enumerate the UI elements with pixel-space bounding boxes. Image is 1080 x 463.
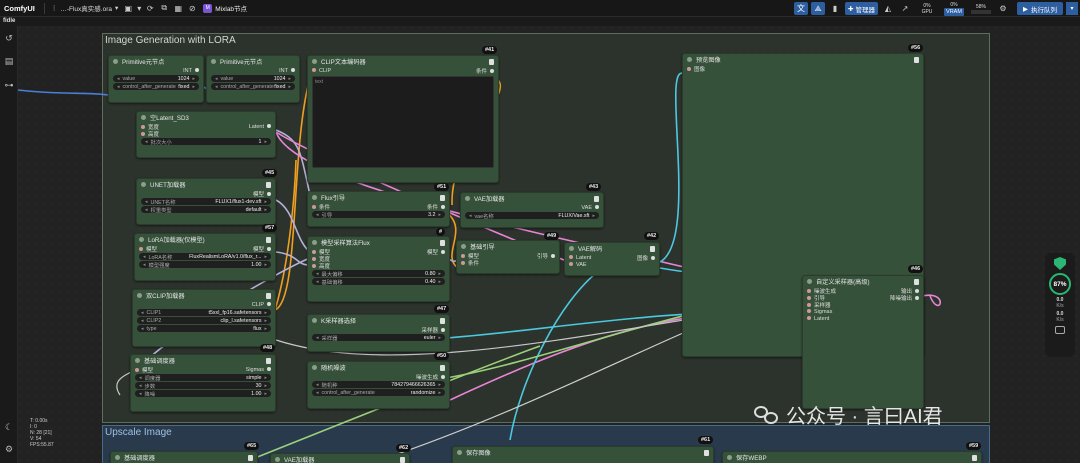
nodes-layer-top: #46 自定义采样器(高级) 噪波生成 输出 引导 降噪输出 采样器 Sigmas … — [0, 0, 1080, 463]
perf-stats: T: 0.00s I: 0 N: 28 [21] V: 54 FPS:55.87 — [30, 418, 54, 448]
left-sidebar: ↺ ▤ ⊶ ☾ ⚙ — [0, 26, 18, 463]
workflow-menu-icon: ⋮ — [50, 5, 58, 12]
image-icon[interactable]: ▦ — [171, 2, 185, 15]
node-badge: #46 — [908, 265, 924, 273]
settings-icon[interactable]: ⚙ — [996, 2, 1010, 15]
mixlab-label: Mixlab节点 — [215, 6, 248, 13]
collapse-dot[interactable] — [115, 455, 120, 460]
node-save-webp[interactable]: 保存WEBP — [722, 451, 982, 463]
watermark: 公众号 · 言曰AI君 — [754, 400, 943, 429]
node-menu-icon[interactable] — [914, 278, 919, 285]
cpu-meter: 0% GPU — [921, 2, 933, 15]
mixlab-logo-icon: M — [203, 3, 213, 13]
node-title: 保存图像 — [466, 450, 491, 457]
history-icon[interactable]: ↺ — [4, 33, 14, 43]
model-icon[interactable]: ◭ — [881, 2, 895, 15]
node-badge: #59 — [966, 442, 982, 450]
node-link-icon[interactable]: ⟁ — [811, 2, 826, 15]
workflow-name: …-Flux真实感.ora — [60, 6, 112, 13]
node-title: 基础调度器 — [124, 455, 155, 462]
watermark-text: 公众号 · 言曰AI君 — [786, 406, 943, 428]
app-logo: ComfyUI — [4, 3, 35, 13]
node-menu-icon[interactable] — [248, 454, 253, 461]
divider — [43, 2, 45, 14]
document-icon[interactable]: ▤ — [4, 56, 14, 66]
play-icon: ▶ — [1023, 5, 1028, 13]
collapse-dot[interactable] — [727, 455, 732, 460]
node-menu-icon[interactable] — [400, 456, 405, 463]
bookmark-icon[interactable]: ▮ — [828, 2, 842, 15]
puzzle-icon: ✚ — [848, 5, 854, 13]
chevron-down-icon[interactable]: ▾ — [1066, 2, 1078, 15]
translate-icon[interactable]: 文 — [794, 2, 809, 15]
gpu-meter: 0% VRAM — [944, 1, 964, 16]
collapse-dot[interactable] — [457, 450, 462, 455]
share-icon[interactable]: ↗ — [898, 2, 912, 15]
node-header[interactable]: 保存WEBP — [723, 452, 981, 463]
clear-icon[interactable]: ⊘ — [185, 2, 199, 15]
node-menu-icon[interactable] — [972, 454, 977, 461]
node-header[interactable]: VAE加载器 — [271, 454, 409, 463]
node-save-image[interactable]: 保存图像 — [452, 446, 714, 463]
toolbar-right: 文 ⟁ ▮ ✚ 管理器 ◭ ↗ 0% GPU 0% VRAM 58% ⚙ ▶ 执… — [794, 0, 1080, 17]
node-menu-icon[interactable] — [704, 449, 709, 456]
status-text: fidle — [3, 18, 16, 24]
status-bar: fidle — [0, 17, 1080, 26]
wechat-logo-icon — [754, 404, 780, 426]
node-upscale-vae-loader[interactable]: VAE加载器 — [270, 453, 410, 463]
node-title: 自定义采样器(高级) — [816, 279, 870, 286]
workflow-tree-icon[interactable]: ⊶ — [4, 80, 14, 90]
usage-ring: 87% — [1049, 273, 1071, 295]
node-upscale-basic-scheduler[interactable]: 基础调度器 — [110, 451, 258, 463]
manager-button[interactable]: ✚ 管理器 — [845, 2, 878, 15]
moon-icon[interactable]: ☾ — [4, 422, 14, 432]
system-monitor-widget[interactable]: 87% 0.0 K/s 0.0 K/s — [1045, 253, 1075, 357]
node-header[interactable]: 基础调度器 — [111, 452, 257, 463]
graph-canvas[interactable]: Image Generation with LORA Upscale Image — [0, 0, 1080, 463]
node-header[interactable]: 保存图像 — [453, 447, 713, 458]
collapse-dot[interactable] — [807, 279, 812, 284]
input-sampler[interactable]: 采样器 — [807, 301, 831, 309]
collapse-dot[interactable] — [275, 457, 280, 462]
node-badge: #65 — [244, 442, 260, 450]
input-sigmas[interactable]: Sigmas — [807, 309, 832, 315]
shield-icon — [1054, 257, 1066, 270]
save-icon[interactable]: ▣ — [121, 2, 135, 15]
node-custom-sampler-advanced[interactable]: 自定义采样器(高级) 噪波生成 输出 引导 降噪输出 采样器 Sigmas Late… — [802, 275, 924, 409]
node-badge: #62 — [396, 444, 412, 452]
node-title: 保存WEBP — [736, 455, 767, 462]
node-badge: #61 — [698, 436, 714, 444]
refresh-icon[interactable]: ⟳ — [143, 2, 157, 15]
upload-speed: 0.0 K/s — [1056, 297, 1064, 309]
download-speed: 0.0 K/s — [1056, 311, 1064, 323]
chevron-down-icon: ▾ — [115, 5, 119, 12]
queue-prompt-button[interactable]: ▶ 执行队列 — [1017, 2, 1063, 15]
clipspace-icon[interactable]: ⧉ — [157, 2, 171, 15]
chevron-down-icon[interactable]: ▾ — [135, 2, 143, 15]
mixlab-nodes-button[interactable]: M Mixlab节点 — [203, 3, 247, 13]
stat-fps: FPS:55.87 — [30, 442, 54, 448]
camera-icon[interactable] — [1055, 326, 1065, 334]
input-latent[interactable]: Latent — [807, 316, 829, 322]
workflow-selector[interactable]: ⋮ …-Flux真实感.ora ▾ — [48, 3, 121, 13]
vram-meter: 58% — [969, 4, 993, 14]
node-header[interactable]: 自定义采样器(高级) — [803, 276, 923, 287]
node-title: VAE加载器 — [284, 457, 315, 463]
top-menu-bar: ComfyUI ⋮ …-Flux真实感.ora ▾ ▣ ▾ ⟳ ⧉ ▦ ⊘ M … — [0, 0, 1080, 17]
output-denoised[interactable]: 降噪输出 — [890, 294, 919, 302]
gear-icon[interactable]: ⚙ — [4, 444, 14, 454]
